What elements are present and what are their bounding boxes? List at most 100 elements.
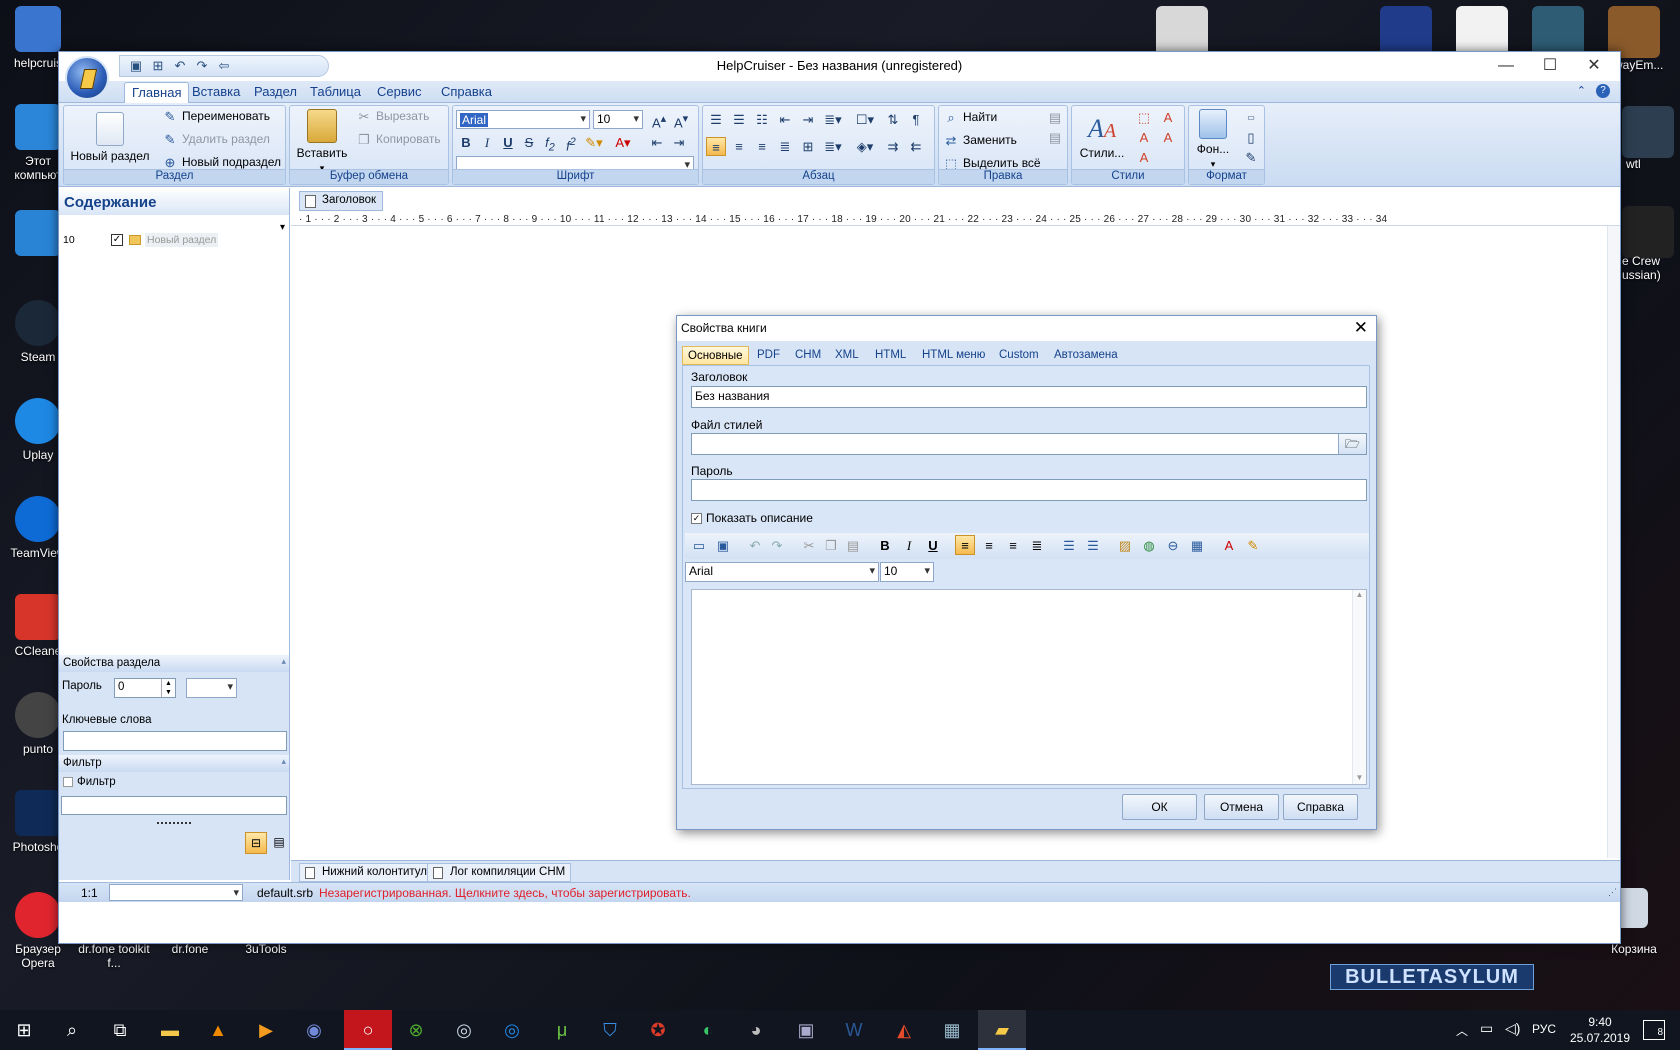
editor-size-select[interactable]: 10 — [880, 562, 934, 582]
font-color-icon[interactable]: A▾ — [613, 133, 633, 152]
cut-icon[interactable]: ✂ — [799, 536, 819, 556]
find-button[interactable]: ⌕ Найти — [943, 110, 997, 125]
doc-tab-header[interactable]: Заголовок — [299, 191, 384, 211]
dialog-tab-html-menu[interactable]: HTML меню — [917, 346, 990, 365]
pilcrow-icon[interactable]: ¶ — [906, 110, 926, 129]
status-unregistered-link[interactable]: Незарегистрированная. Щелкните здесь, чт… — [319, 886, 691, 900]
dialog-tab-general[interactable]: Основные — [682, 346, 749, 365]
keywords-input[interactable] — [63, 731, 287, 751]
align-justify-icon[interactable]: ≣ — [775, 137, 795, 156]
close-button[interactable]: ✕ — [1572, 56, 1616, 78]
task-view-icon[interactable]: ⧉ — [96, 1010, 144, 1050]
dialog-password-input[interactable] — [691, 479, 1367, 501]
password-spinner[interactable]: 0 ▲ ▼ — [114, 678, 176, 698]
numbered-list-icon[interactable]: ☰ — [1059, 536, 1079, 556]
utorrent-icon[interactable]: μ — [538, 1010, 586, 1050]
vertical-scrollbar[interactable] — [1607, 226, 1620, 858]
edit-extra-icon-2[interactable]: ▤ — [1045, 128, 1065, 147]
volume-icon[interactable]: ◁) — [1505, 1020, 1520, 1037]
bullet-list-icon[interactable]: ☰ — [1083, 536, 1103, 556]
sort-icon[interactable]: ⇅ — [883, 110, 903, 129]
red-app-icon[interactable]: ✪ — [634, 1010, 682, 1050]
editor-scrollbar[interactable]: ▲ ▼ — [1352, 590, 1366, 784]
font-color-icon[interactable]: A — [1219, 536, 1239, 556]
bold-icon[interactable]: B — [875, 536, 895, 556]
superscript-icon[interactable]: f2 — [561, 133, 581, 153]
align-left-icon[interactable]: ≡ — [706, 137, 726, 156]
line-spacing-icon[interactable]: ≣▾ — [823, 110, 843, 129]
numbered-list-icon[interactable]: ☰ — [706, 110, 726, 129]
keyboard-language[interactable]: РУС — [1532, 1022, 1556, 1036]
delete-section-button[interactable]: ✎ Удалить раздел — [162, 132, 270, 147]
borders-icon[interactable]: ☐▾ — [855, 110, 875, 129]
help-icon[interactable]: ? — [1596, 84, 1610, 98]
tab-section[interactable]: Раздел — [247, 82, 304, 103]
style-tool-icon-1[interactable]: ⬚ — [1134, 108, 1154, 127]
start-button[interactable]: ⊞ — [0, 1010, 48, 1050]
align-left-icon[interactable]: ≡ — [955, 535, 975, 555]
save-doc-icon[interactable]: ▣ — [713, 536, 733, 556]
browse-folder-icon[interactable]: 🗁 — [1338, 434, 1366, 454]
redo-icon[interactable]: ↷ — [767, 536, 787, 556]
resize-grip-icon[interactable]: ⋰ — [1608, 887, 1617, 898]
search-icon[interactable]: ⌕ — [48, 1010, 96, 1050]
cancel-button[interactable]: Отмена — [1204, 794, 1279, 820]
tab-help[interactable]: Справка — [434, 82, 499, 103]
style-tool-icon-3[interactable]: A — [1134, 128, 1154, 147]
shading-icon[interactable]: ◈▾ — [855, 137, 875, 156]
table-icon[interactable]: ▦ — [1187, 536, 1207, 556]
format-tool-icon-3[interactable]: ✎ — [1241, 148, 1261, 167]
indent-increase-icon[interactable]: ⇥ — [669, 133, 689, 152]
indent-icon[interactable]: ⇥ — [798, 110, 818, 129]
password-type-select[interactable] — [186, 678, 237, 698]
dialog-tab-html[interactable]: HTML — [870, 346, 911, 365]
tree-view-toggle-icon[interactable]: ⊟ — [245, 832, 267, 854]
outdent-icon[interactable]: ⇤ — [775, 110, 795, 129]
paste-icon[interactable]: ▤ — [843, 536, 863, 556]
section-properties-header[interactable]: Свойства раздела ▴ — [59, 655, 289, 672]
uplay-taskbar-icon[interactable]: ◎ — [488, 1010, 536, 1050]
title-input[interactable]: Без названия — [691, 386, 1367, 408]
horizontal-ruler[interactable]: · 1 · · · 2 · · · 3 · · · 4 · · · 5 · · … — [291, 213, 1620, 226]
filter-input[interactable] — [61, 796, 287, 815]
shrink-font-icon[interactable]: A▾ — [671, 110, 691, 130]
rename-button[interactable]: ✎ Переименовать — [162, 109, 270, 124]
filter-checkbox[interactable]: Фильтр — [63, 776, 116, 788]
tab-home[interactable]: Главная — [124, 82, 190, 103]
ok-button[interactable]: ОК — [1122, 794, 1197, 820]
style-tool-icon-4[interactable]: A — [1158, 128, 1178, 147]
dialog-tab-xml[interactable]: XML — [830, 346, 864, 365]
styles-button[interactable]: AA Стили... — [1076, 112, 1128, 160]
dialog-tab-chm[interactable]: CHM — [790, 346, 826, 365]
tab-insert[interactable]: Вставка — [185, 82, 247, 103]
cut-button[interactable]: ✂ Вырезать — [356, 109, 430, 124]
hyperlink-icon[interactable]: ◍ — [1139, 536, 1159, 556]
vlc-icon[interactable]: ▲ — [194, 1010, 242, 1050]
highlight-color-icon[interactable]: ✎▾ — [584, 133, 604, 152]
bold-icon[interactable]: B — [456, 133, 476, 152]
tab-table[interactable]: Таблица — [303, 82, 368, 103]
network-icon[interactable]: ▭ — [1480, 1020, 1493, 1037]
image-icon[interactable]: ▨ — [1115, 536, 1135, 556]
paragraph-spacing-icon[interactable]: ≣▾ — [823, 137, 843, 156]
file-explorer-icon[interactable]: ▬ — [146, 1010, 194, 1050]
align-justify-icon[interactable]: ≣ — [1027, 536, 1047, 556]
italic-icon[interactable]: I — [899, 536, 919, 556]
media-player-icon[interactable]: ▶ — [242, 1010, 290, 1050]
control-panel-icon[interactable]: ▦ — [928, 1010, 976, 1050]
subscript-icon[interactable]: f2 — [540, 133, 560, 154]
tray-chevron-icon[interactable]: ︿ — [1456, 1022, 1468, 1039]
shield-icon[interactable]: ⛉ — [586, 1010, 634, 1050]
dialog-close-icon[interactable]: ✕ — [1354, 318, 1368, 338]
align-center-icon[interactable]: ≡ — [729, 137, 749, 156]
underline-icon[interactable]: U — [923, 536, 943, 556]
new-section-button[interactable]: Новый раздел — [70, 112, 150, 163]
style-tool-icon-5[interactable]: A — [1134, 148, 1154, 167]
underline-icon[interactable]: U — [498, 133, 518, 152]
strikethrough-icon[interactable]: S — [519, 133, 539, 152]
panel-grip[interactable] — [157, 822, 191, 825]
indent-decrease-icon[interactable]: ⇤ — [647, 133, 667, 152]
rtl-icon[interactable]: ⇇ — [906, 137, 926, 156]
desktop-icon-crew[interactable] — [1622, 206, 1674, 258]
tab-service[interactable]: Сервис — [370, 82, 429, 103]
